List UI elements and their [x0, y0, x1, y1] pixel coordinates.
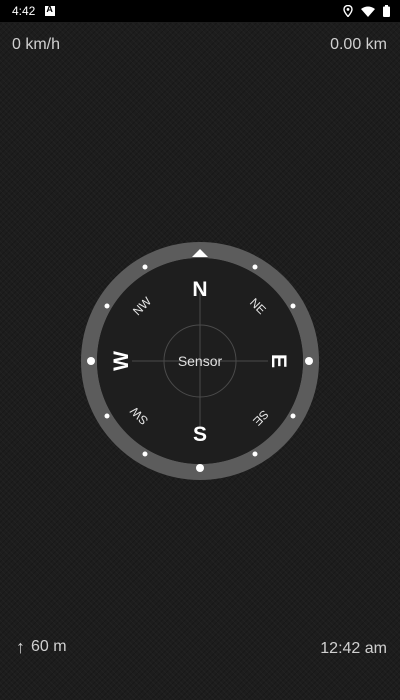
- north-label: N: [192, 278, 207, 301]
- bezel-dot: [290, 303, 296, 309]
- location-icon: [343, 5, 353, 17]
- bezel-dot: [104, 303, 110, 309]
- west-label: W: [110, 351, 133, 371]
- bezel-dot: [142, 264, 148, 270]
- compass-dial[interactable]: N E S W NE SE SW NW Sensor: [80, 241, 320, 481]
- bezel-dot: [290, 413, 296, 419]
- east-label: E: [267, 354, 290, 368]
- clock-readout: 12:42 am: [320, 640, 387, 657]
- arrow-up-icon: ↑: [16, 637, 25, 657]
- altitude-readout: ↑ 60 m: [16, 638, 67, 656]
- bezel-dot-east: [305, 357, 313, 365]
- distance-readout: 0.00 km: [330, 36, 387, 53]
- speed-readout: 0 km/h: [12, 36, 61, 53]
- bezel-dot: [142, 451, 148, 457]
- battery-icon: [383, 5, 390, 17]
- status-bar: 4:42: [0, 0, 400, 22]
- bezel-dot-west: [87, 357, 95, 365]
- status-time: 4:42: [12, 4, 36, 18]
- bezel-dot: [252, 264, 258, 270]
- app-notification-icon: [45, 4, 56, 16]
- bezel-dot-south: [196, 464, 204, 472]
- wifi-icon: [361, 6, 375, 17]
- status-icons: [343, 0, 390, 22]
- south-label: S: [193, 423, 207, 446]
- sensor-label: Sensor: [178, 353, 223, 369]
- altitude-value: 60 m: [31, 638, 67, 655]
- bezel-dot: [252, 451, 258, 457]
- bezel-dot: [104, 413, 110, 419]
- compass-app-screen: 4:42 0 km/h 0.00 km: [0, 0, 400, 700]
